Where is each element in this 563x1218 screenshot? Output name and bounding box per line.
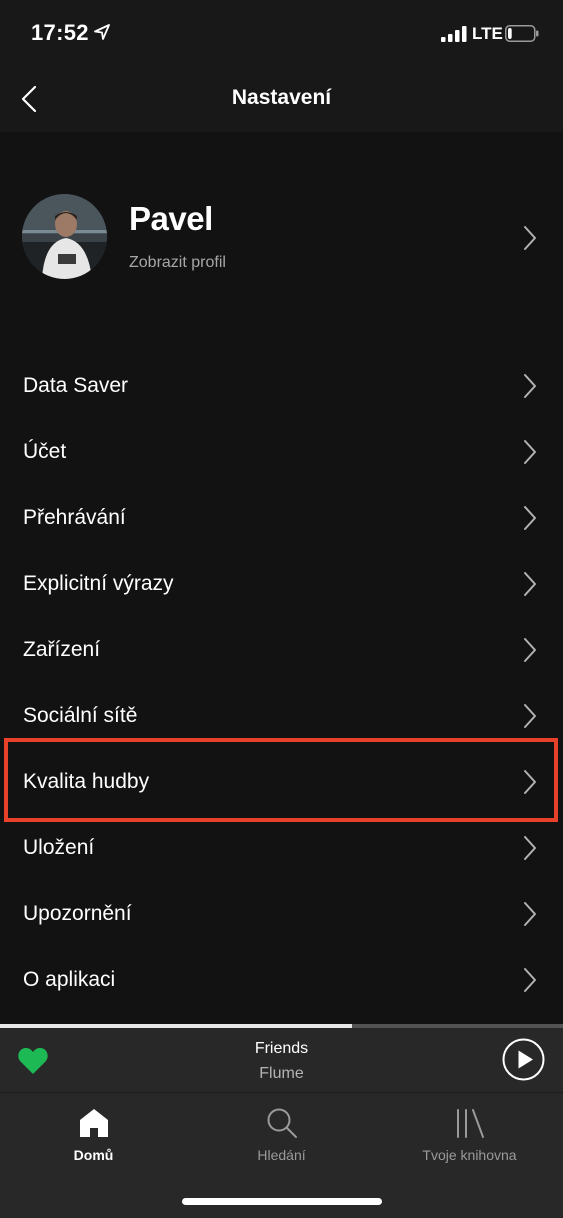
settings-item-about[interactable]: O aplikaci (0, 947, 563, 1013)
tab-label: Hledání (257, 1147, 306, 1163)
settings-item-label: Zařízení (23, 638, 101, 661)
tab-home[interactable]: Domů (0, 1107, 187, 1169)
profile-row[interactable]: Pavel Zobrazit profil (0, 180, 563, 296)
settings-item-label: Přehrávání (23, 506, 126, 529)
nav-bar: Nastavení (0, 66, 563, 132)
home-icon (79, 1109, 108, 1137)
avatar (22, 194, 107, 279)
play-button-icon[interactable] (502, 1038, 545, 1081)
search-icon (267, 1108, 297, 1138)
settings-item-label: O aplikaci (23, 968, 116, 991)
library-icon (456, 1109, 484, 1138)
page-title: Nastavení (231, 86, 332, 109)
settings-item-account[interactable]: Účet (0, 419, 563, 485)
tab-bar: Domů Hledání Tvoje knihovna (0, 1092, 563, 1218)
settings-item-storage[interactable]: Uložení (0, 815, 563, 881)
tab-library[interactable]: Tvoje knihovna (376, 1107, 563, 1169)
settings-item-data-saver[interactable]: Data Saver (0, 353, 563, 419)
settings-item-label: Data Saver (23, 374, 129, 397)
signal-icon (441, 26, 467, 42)
settings-list: Data Saver Účet Přehrávání Explicitní vý… (0, 353, 563, 1013)
tab-label: Domů (73, 1147, 114, 1163)
profile-subtitle: Zobrazit profil (129, 254, 226, 271)
settings-item-label: Upozornění (23, 902, 132, 925)
settings-item-label: Účet (23, 440, 67, 463)
settings-item-label: Explicitní výrazy (23, 572, 174, 595)
settings-item-label: Sociální sítě (23, 704, 138, 727)
settings-item-devices[interactable]: Zařízení (0, 617, 563, 683)
chevron-right-icon (524, 638, 536, 662)
battery-icon (505, 25, 539, 42)
highlight-box (4, 738, 558, 822)
track-title: Friends (254, 1040, 309, 1057)
network-type: LTE (472, 24, 503, 43)
settings-item-playback[interactable]: Přehrávání (0, 485, 563, 551)
chevron-right-icon (524, 374, 536, 398)
chevron-right-icon (524, 440, 536, 464)
settings-item-explicit-content[interactable]: Explicitní výrazy (0, 551, 563, 617)
chevron-right-icon (524, 572, 536, 596)
chevron-right-icon (524, 836, 536, 860)
chevron-right-icon (524, 902, 536, 926)
home-indicator (182, 1198, 382, 1205)
settings-item-label: Uložení (23, 836, 95, 859)
status-bar: 17:52 LTE (0, 0, 563, 66)
location-arrow-icon (94, 24, 110, 40)
chevron-right-icon (524, 968, 536, 992)
chevron-right-icon (524, 704, 536, 728)
track-artist: Flume (259, 1065, 304, 1082)
status-time: 17:52 (31, 20, 89, 45)
settings-item-notifications[interactable]: Upozornění (0, 881, 563, 947)
mini-player[interactable]: Friends Flume (0, 1028, 563, 1092)
tab-search[interactable]: Hledání (188, 1107, 375, 1169)
tab-label: Tvoje knihovna (422, 1147, 517, 1163)
chevron-right-icon (524, 226, 536, 250)
chevron-right-icon (524, 506, 536, 530)
profile-name: Pavel (129, 200, 213, 237)
